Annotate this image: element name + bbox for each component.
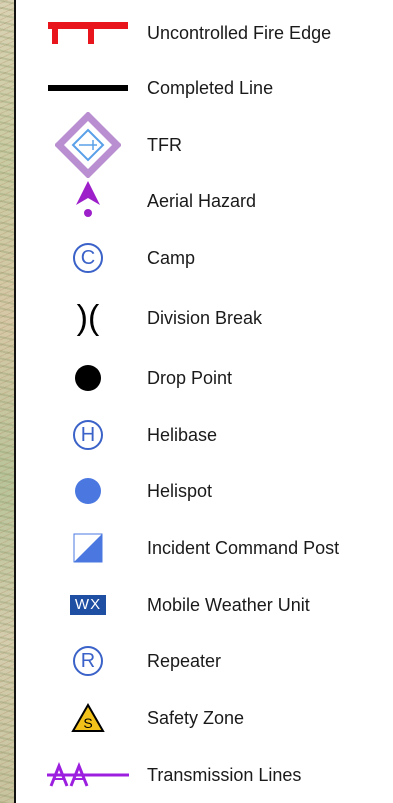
legend-item-label: Transmission Lines xyxy=(147,764,302,785)
legend-item-division-break: )( Division Break xyxy=(16,293,393,343)
legend-item-aerial-hazard: Aerial Hazard xyxy=(16,176,393,226)
legend-item-helispot: Helispot xyxy=(16,466,393,516)
legend-item-label: Helispot xyxy=(147,480,213,501)
legend-item-label: TFR xyxy=(147,134,182,155)
mobile-weather-unit-icon: WX xyxy=(69,595,107,615)
helispot-icon xyxy=(44,466,132,516)
map-background-strip xyxy=(0,0,14,803)
incident-command-post-icon xyxy=(44,523,132,573)
legend-item-mobile-weather-unit: WX Mobile Weather Unit xyxy=(16,580,393,630)
completed-line-icon xyxy=(44,63,132,113)
legend-item-label: Completed Line xyxy=(147,77,274,98)
legend-item-label: Camp xyxy=(147,247,196,268)
map-legend: Uncontrolled Fire Edge Completed Line TF… xyxy=(16,0,393,803)
legend-item-label: Aerial Hazard xyxy=(147,190,257,211)
division-break-icon: )( xyxy=(76,299,100,337)
aerial-hazard-icon xyxy=(44,176,132,226)
legend-item-camp: C Camp xyxy=(16,233,393,283)
legend-item-safety-zone: S Safety Zone xyxy=(16,693,393,743)
legend-item-transmission-lines: Transmission Lines xyxy=(16,750,393,800)
safety-zone-glyph: S xyxy=(83,715,92,731)
legend-item-drop-point: Drop Point xyxy=(16,353,393,403)
camp-icon: C xyxy=(73,243,103,273)
legend-item-label: Repeater xyxy=(147,650,222,671)
transmission-lines-icon xyxy=(44,750,132,800)
tfr-icon xyxy=(44,112,132,178)
helibase-icon: H xyxy=(73,420,103,450)
legend-item-label: Drop Point xyxy=(147,367,233,388)
legend-item-incident-command-post: Incident Command Post xyxy=(16,523,393,573)
legend-item-label: Division Break xyxy=(147,307,263,328)
legend-item-label: Incident Command Post xyxy=(147,537,340,558)
drop-point-icon xyxy=(44,353,132,403)
safety-zone-icon: S xyxy=(44,693,132,743)
uncontrolled-fire-edge-icon xyxy=(44,8,132,58)
repeater-icon: R xyxy=(73,646,103,676)
legend-item-completed-line: Completed Line xyxy=(16,63,393,113)
legend-item-label: Mobile Weather Unit xyxy=(147,594,310,615)
legend-item-helibase: H Helibase xyxy=(16,410,393,460)
legend-item-tfr: TFR xyxy=(16,112,393,178)
legend-item-label: Uncontrolled Fire Edge xyxy=(147,22,332,43)
legend-item-repeater: R Repeater xyxy=(16,636,393,686)
legend-item-label: Helibase xyxy=(147,424,218,445)
legend-item-label: Safety Zone xyxy=(147,707,245,728)
legend-item-uncontrolled-fire-edge: Uncontrolled Fire Edge xyxy=(16,8,393,58)
